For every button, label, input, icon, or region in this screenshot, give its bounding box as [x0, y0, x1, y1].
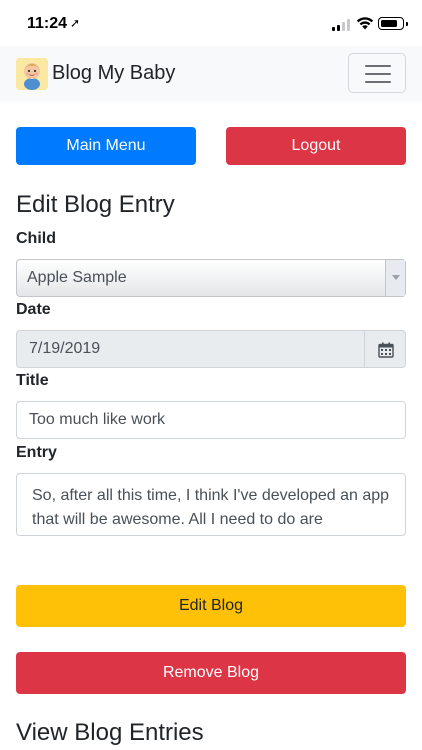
baby-icon[interactable]	[16, 58, 48, 90]
edit-blog-button[interactable]: Edit Blog	[16, 585, 406, 627]
hamburger-icon	[365, 65, 391, 67]
logout-button[interactable]: Logout	[226, 127, 406, 165]
date-picker: 7/19/2019	[16, 330, 406, 368]
location-arrow-icon: ➚	[70, 16, 81, 30]
wifi-icon	[356, 17, 374, 30]
brand-name[interactable]: Blog My Baby	[52, 62, 175, 85]
entry-label: Entry	[16, 444, 57, 461]
child-label: Child	[16, 230, 56, 247]
calendar-icon	[378, 342, 394, 358]
title-label: Title	[16, 372, 49, 389]
child-select-value: Apple Sample	[27, 269, 127, 286]
hamburger-line	[365, 81, 391, 83]
date-label: Date	[16, 301, 51, 318]
status-bar: 11:24 ➚	[0, 0, 422, 46]
calendar-button[interactable]	[364, 330, 406, 368]
page-title: Edit Blog Entry	[16, 191, 175, 218]
child-select[interactable]: Apple Sample	[16, 259, 406, 297]
hamburger-line	[365, 73, 391, 75]
section-title-view-entries: View Blog Entries	[16, 719, 204, 746]
cellular-signal-icon	[332, 19, 352, 31]
battery-icon	[378, 17, 408, 30]
main-menu-button[interactable]: Main Menu	[16, 127, 196, 165]
status-time: 11:24	[27, 15, 68, 32]
date-field[interactable]: 7/19/2019	[16, 330, 365, 368]
title-input[interactable]: Too much like work	[16, 401, 406, 439]
navbar: Blog My Baby	[0, 46, 422, 102]
remove-blog-button[interactable]: Remove Blog	[16, 652, 406, 694]
chevron-down-icon	[385, 260, 405, 296]
entry-textarea[interactable]: So, after all this time, I think I've de…	[16, 473, 406, 536]
menu-toggle-button[interactable]	[348, 53, 406, 93]
